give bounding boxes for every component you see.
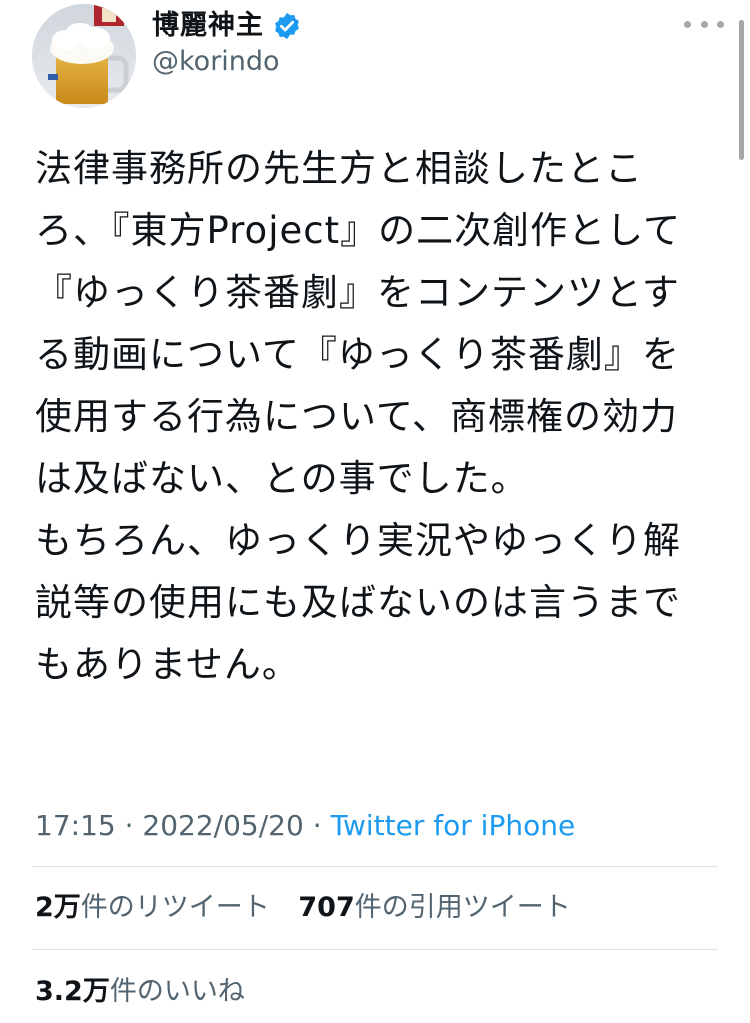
divider: [32, 949, 718, 950]
tweet-source-link[interactable]: Twitter for iPhone: [331, 809, 576, 842]
tweet-time[interactable]: 17:15: [35, 809, 116, 842]
tweet-detail-view: 博麗神主 @korindo 法律事務所の先生方と相談したところ、『東方Proje…: [0, 0, 750, 1023]
author-handle[interactable]: @korindo: [152, 44, 280, 80]
tweet-meta: 17:15 · 2022/05/20 · Twitter for iPhone: [35, 806, 575, 846]
dot: [717, 20, 724, 28]
author-name-row[interactable]: 博麗神主: [152, 6, 302, 46]
avatar[interactable]: [32, 4, 136, 108]
more-dots-icon[interactable]: [684, 12, 724, 36]
verified-badge-icon: [272, 11, 302, 41]
retweets-stat[interactable]: 2万件のリツイート: [35, 892, 270, 923]
tweet-text: 法律事務所の先生方と相談したところ、『東方Project』の二次創作として『ゆっ…: [35, 147, 681, 686]
retweets-label: 件のリツイート: [80, 892, 270, 923]
retweet-stats-row: 2万件のリツイート 707件の引用ツイート: [35, 888, 591, 928]
dot: [684, 20, 691, 28]
retweets-count: 2万: [35, 892, 81, 923]
scrollbar[interactable]: [739, 20, 744, 160]
dot: [700, 20, 708, 28]
author-display-name[interactable]: 博麗神主: [152, 6, 264, 46]
beer-mug-avatar-icon: [32, 4, 136, 108]
meta-separator: ·: [124, 809, 134, 842]
tweet-date[interactable]: 2022/05/20: [142, 809, 303, 842]
meta-separator: ·: [312, 809, 322, 842]
divider: [32, 866, 718, 867]
likes-label: 件のいいね: [109, 976, 245, 1007]
likes-stats-row: 3.2万件のいいね: [35, 972, 265, 1012]
likes-count: 3.2万: [35, 976, 110, 1007]
quotes-count: 707: [298, 892, 355, 923]
quotes-stat[interactable]: 707件の引用ツイート: [298, 892, 570, 923]
likes-stat[interactable]: 3.2万件のいいね: [35, 976, 245, 1007]
quotes-label: 件の引用ツイート: [354, 892, 571, 923]
